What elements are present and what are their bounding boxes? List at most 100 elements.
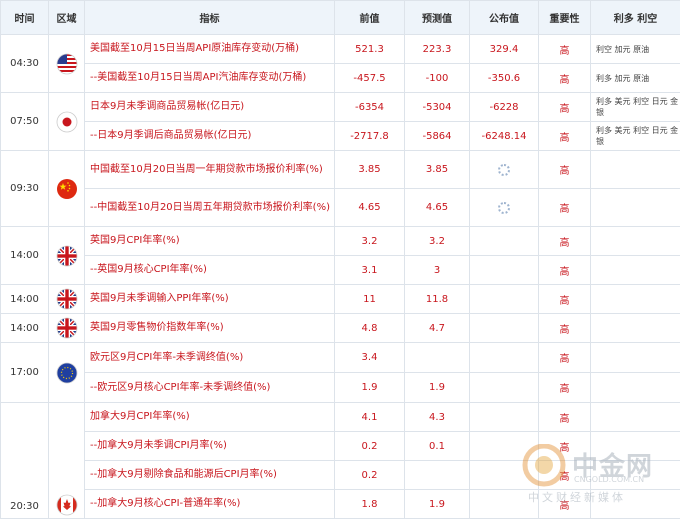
importance-cell: 高 [539,403,591,432]
effect-cell: 利多 美元 利空 日元 金银 [591,122,680,151]
forecast-cell [405,461,470,490]
forecast-cell: 11.8 [405,285,470,314]
indicator-cell[interactable]: --加拿大9月未季调CPI月率(%) [85,432,335,461]
actual-cell: -350.6 [470,64,539,93]
indicator-cell[interactable]: 英国9月未季调输入PPI年率(%) [85,285,335,314]
region-cell [49,227,85,285]
importance-cell: 高 [539,35,591,64]
previous-cell: 1.8 [335,490,405,519]
indicator-cell[interactable]: --欧元区9月核心CPI年率-未季调终值(%) [85,373,335,403]
previous-cell: 3.2 [335,227,405,256]
table-row: 07:50 日本9月未季调商品贸易帐(亿日元) -6354 -5304 -622… [1,93,680,122]
indicator-cell[interactable]: 美国截至10月15日当周API原油库存变动(万桶) [85,35,335,64]
japan-flag-icon [56,111,78,133]
indicator-cell[interactable]: 英国9月零售物价指数年率(%) [85,314,335,343]
header-actual: 公布值 [470,1,539,35]
us-flag-icon [56,53,78,75]
time-cell: 14:00 [1,314,49,343]
effect-cell [591,343,680,373]
effect-cell [591,314,680,343]
loading-icon [498,202,510,214]
region-cell [49,35,85,93]
importance-cell: 高 [539,373,591,403]
header-effect: 利多 利空 [591,1,680,35]
forecast-cell: 3.85 [405,151,470,189]
previous-cell: 0.2 [335,432,405,461]
actual-cell: -6248.14 [470,122,539,151]
economic-calendar-table: 时间 区域 指标 前值 预测值 公布值 重要性 利多 利空 04:30 [0,0,680,519]
actual-cell [470,373,539,403]
region-cell [49,403,85,519]
importance-cell: 高 [539,227,591,256]
region-cell [49,151,85,227]
previous-cell: 1.9 [335,373,405,403]
forecast-cell [405,343,470,373]
uk-flag-icon [56,288,78,310]
actual-cell [470,189,539,227]
forecast-cell: -5864 [405,122,470,151]
indicator-cell[interactable]: --中国截至10月20日当周五年期贷款市场报价利率(%) [85,189,335,227]
indicator-cell[interactable]: --加拿大9月核心CPI-普通年率(%) [85,490,335,519]
forecast-cell: 4.3 [405,403,470,432]
region-cell [49,343,85,403]
indicator-cell[interactable]: 加拿大9月CPI年率(%) [85,403,335,432]
header-time: 时间 [1,1,49,35]
previous-cell: 11 [335,285,405,314]
importance-cell: 高 [539,189,591,227]
watermark-tagline: 中文财经新媒体 [528,489,626,505]
indicator-cell[interactable]: --加拿大9月剔除食品和能源后CPI月率(%) [85,461,335,490]
actual-cell: -6228 [470,93,539,122]
actual-cell [470,227,539,256]
table-row: --欧元区9月核心CPI年率-未季调终值(%) 1.9 1.9 高 [1,373,680,403]
table-row: --日本9月季调后商品贸易帐(亿日元) -2717.8 -5864 -6248.… [1,122,680,151]
previous-cell: 4.8 [335,314,405,343]
forecast-cell: 4.65 [405,189,470,227]
forecast-cell: 1.9 [405,373,470,403]
importance-cell: 高 [539,64,591,93]
actual-cell [470,343,539,373]
actual-cell [470,314,539,343]
region-cell [49,93,85,151]
uk-flag-icon [56,317,78,339]
canada-flag-icon [56,494,78,516]
effect-cell [591,151,680,189]
time-cell: 04:30 [1,35,49,93]
indicator-cell[interactable]: --日本9月季调后商品贸易帐(亿日元) [85,122,335,151]
header-forecast: 预测值 [405,1,470,35]
table-row: 20:30 加拿大9月CPI年率(%) 4.1 4.3 高 [1,403,680,432]
previous-cell: 4.65 [335,189,405,227]
actual-cell [470,151,539,189]
region-cell [49,314,85,343]
actual-cell [470,256,539,285]
previous-cell: 3.1 [335,256,405,285]
indicator-cell[interactable]: --英国9月核心CPI年率(%) [85,256,335,285]
indicator-cell[interactable]: 欧元区9月CPI年率-未季调终值(%) [85,343,335,373]
previous-cell: -457.5 [335,64,405,93]
importance-cell: 高 [539,122,591,151]
header-previous: 前值 [335,1,405,35]
forecast-cell: -5304 [405,93,470,122]
effect-cell [591,256,680,285]
table-row: 14:00 英国9月零售物价指数年率(%) 4.8 4.7 [1,314,680,343]
previous-cell: 4.1 [335,403,405,432]
previous-cell: -2717.8 [335,122,405,151]
table-row: 14:00 英国9月CPI年率(%) 3.2 3.2 高 [1,227,680,256]
effect-cell: 利多 美元 利空 日元 金银 [591,93,680,122]
forecast-cell: -100 [405,64,470,93]
forecast-cell: 0.1 [405,432,470,461]
indicator-cell[interactable]: 英国9月CPI年率(%) [85,227,335,256]
importance-cell: 高 [539,93,591,122]
importance-cell: 高 [539,256,591,285]
indicator-cell[interactable]: 中国截至10月20日当周一年期贷款市场报价利率(%) [85,151,335,189]
indicator-cell[interactable]: --美国截至10月15日当周API汽油库存变动(万桶) [85,64,335,93]
eu-flag-icon [56,362,78,384]
effect-cell [591,189,680,227]
effect-cell [591,403,680,432]
table-row: 17:00 欧元区9月CPI年率-未季调终值(%) 3.4 高 [1,343,680,373]
table-row: --英国9月核心CPI年率(%) 3.1 3 高 [1,256,680,285]
cngold-watermark: 中金网 CNGOLD.COM.CN 中文财经新媒体 [522,444,672,506]
table-row: 14:00 英国9月未季调输入PPI年率(%) 11 11.8 [1,285,680,314]
indicator-cell[interactable]: 日本9月未季调商品贸易帐(亿日元) [85,93,335,122]
cngold-logo-icon [522,444,568,488]
forecast-cell: 1.9 [405,490,470,519]
